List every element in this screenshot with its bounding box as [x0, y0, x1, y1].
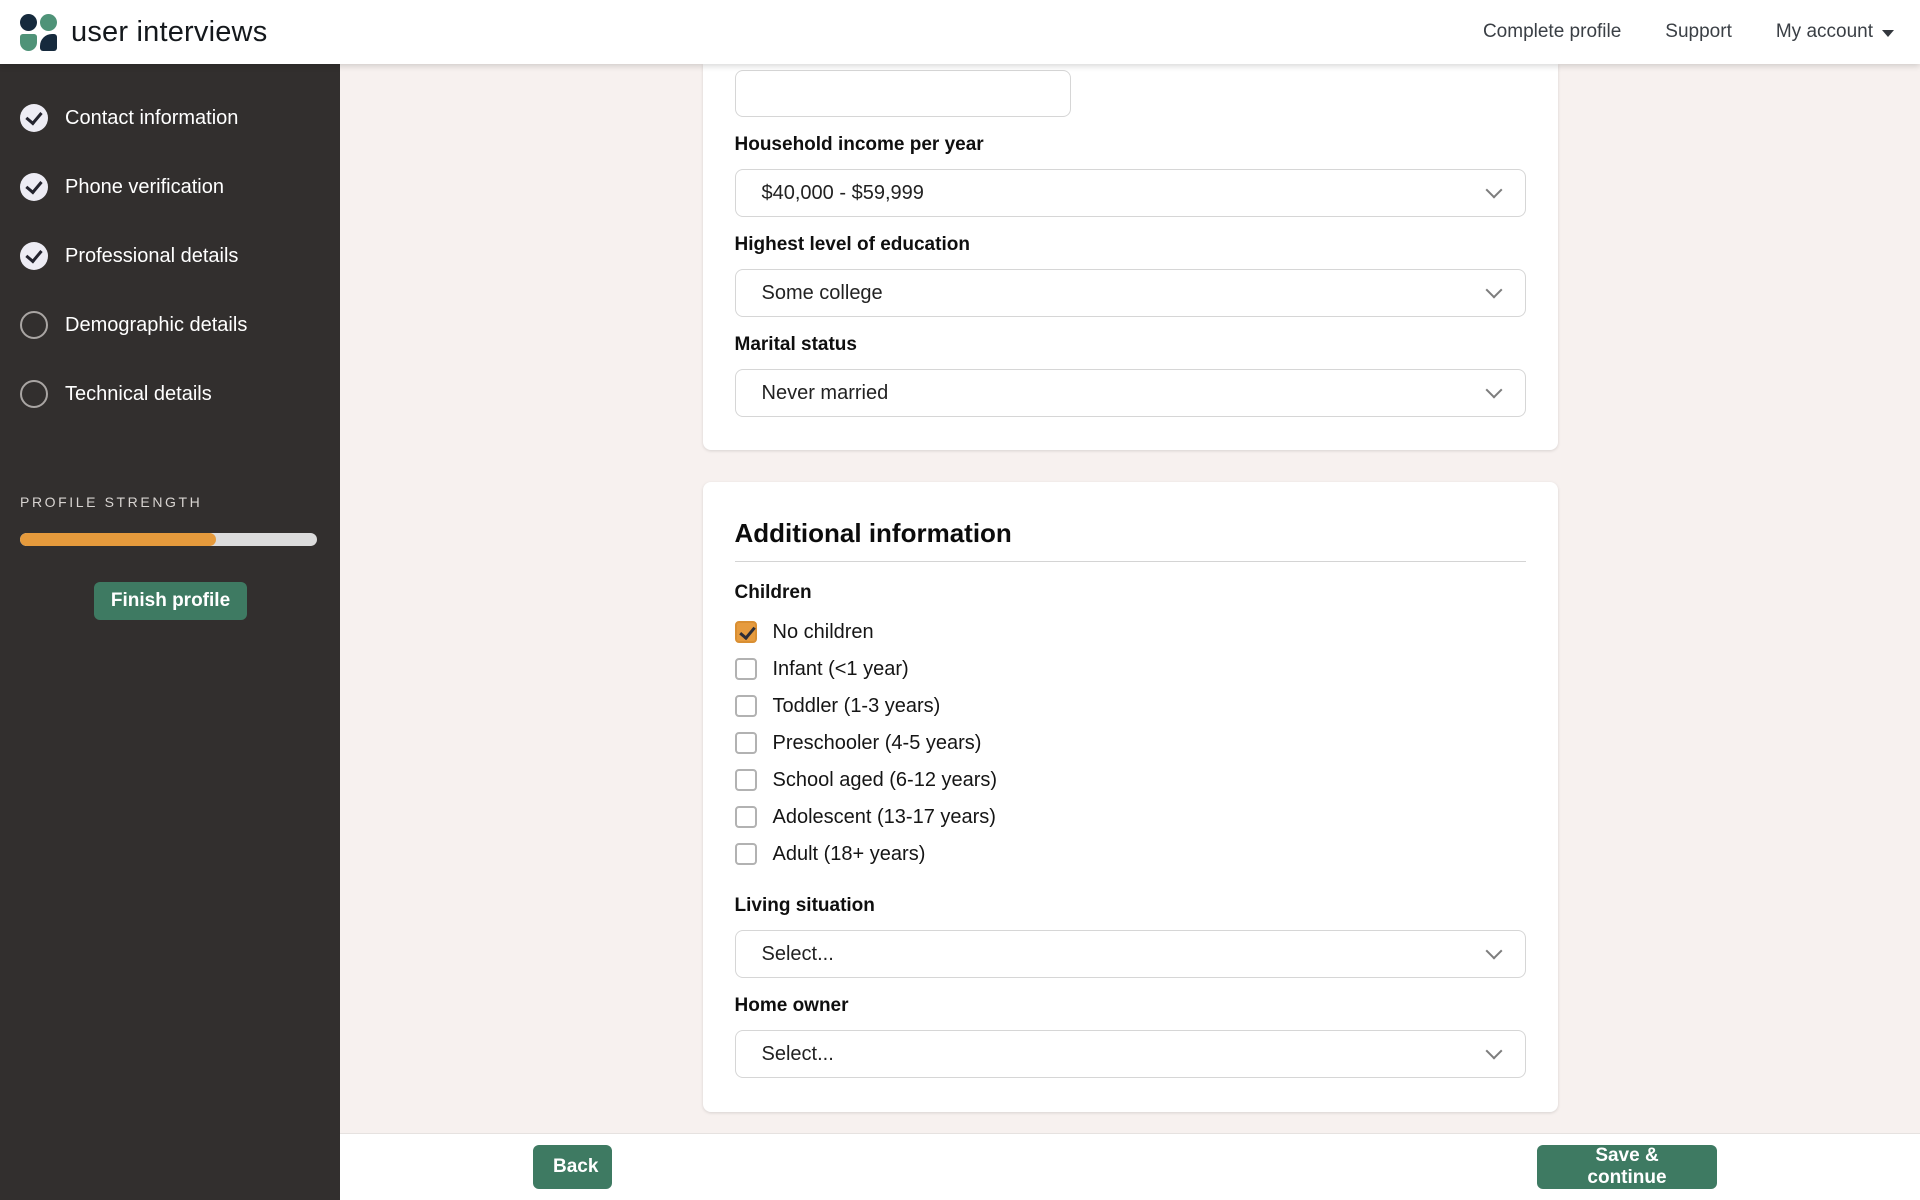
nav-my-account[interactable]: My account: [1776, 21, 1894, 43]
marital-status-select[interactable]: Never married: [734, 369, 1526, 417]
text-input[interactable]: [734, 70, 1071, 117]
step-complete-icon: [20, 173, 48, 201]
checkbox-option-no-children[interactable]: No children: [734, 619, 1526, 645]
chevron-down-icon: [1485, 281, 1502, 299]
profile-strength-label: PROFILE STRENGTH: [20, 494, 203, 510]
sidebar-step-contact-information[interactable]: Contact information: [20, 104, 320, 132]
living-situation-select[interactable]: Select...: [734, 930, 1526, 978]
checkbox-option-adolescent[interactable]: Adolescent (13-17 years): [734, 804, 1526, 830]
step-label: Contact information: [65, 106, 239, 129]
sidebar-step-professional-details[interactable]: Professional details: [20, 242, 320, 270]
save-continue-button[interactable]: Save & continue: [1537, 1145, 1717, 1189]
checkbox-option-toddler[interactable]: Toddler (1-3 years): [734, 693, 1526, 719]
marital-status-value: Never married: [761, 381, 889, 404]
step-label: Technical details: [65, 382, 212, 405]
sidebar-step-demographic-details[interactable]: Demographic details: [20, 311, 320, 339]
checkbox[interactable]: [734, 732, 757, 754]
chevron-down-icon: [1485, 942, 1502, 960]
step-label: Phone verification: [65, 175, 224, 198]
education-value: Some college: [761, 281, 883, 304]
home-owner-label: Home owner: [734, 995, 849, 1016]
step-complete-icon: [20, 242, 48, 270]
education-select[interactable]: Some college: [734, 269, 1526, 317]
household-income-label: Household income per year: [734, 134, 984, 155]
checkbox-option-adult[interactable]: Adult (18+ years): [734, 841, 1526, 867]
brand-name: user interviews: [71, 15, 268, 48]
household-income-value: $40,000 - $59,999: [761, 181, 924, 204]
checkbox[interactable]: [734, 695, 757, 717]
step-incomplete-icon: [20, 380, 48, 408]
chevron-down-icon: [1485, 381, 1502, 399]
brand[interactable]: user interviews: [20, 13, 268, 51]
additional-information-card: Additional information Children No child…: [702, 482, 1558, 1112]
nav-support-label: Support: [1665, 21, 1732, 42]
checkbox[interactable]: [734, 621, 757, 643]
checkbox[interactable]: [734, 769, 757, 791]
demographics-card: Household income per year $40,000 - $59,…: [702, 64, 1558, 450]
checkbox-label: School aged (6-12 years): [772, 768, 998, 791]
checkbox-option-school-aged[interactable]: School aged (6-12 years): [734, 767, 1526, 793]
nav-complete-profile[interactable]: Complete profile: [1483, 21, 1621, 43]
checkbox-label: Adult (18+ years): [772, 842, 926, 865]
living-situation-value: Select...: [761, 942, 834, 965]
top-header: user interviews Complete profile Support…: [0, 0, 1920, 64]
chevron-down-icon: [1485, 181, 1502, 199]
step-complete-icon: [20, 104, 48, 132]
chevron-down-icon: [1485, 1042, 1502, 1060]
living-situation-label: Living situation: [734, 895, 875, 916]
checkbox-label: Toddler (1-3 years): [772, 694, 941, 717]
checkbox-label: Adolescent (13-17 years): [772, 805, 996, 828]
education-label: Highest level of education: [734, 234, 970, 255]
finish-profile-button[interactable]: Finish profile: [94, 582, 247, 620]
children-checkbox-list: No children Infant (<1 year) Toddler (1-…: [734, 619, 1526, 867]
back-button[interactable]: Back: [533, 1145, 612, 1189]
checkbox-label: Infant (<1 year): [772, 657, 909, 680]
home-owner-value: Select...: [761, 1042, 834, 1065]
sidebar-step-phone-verification[interactable]: Phone verification: [20, 173, 320, 201]
nav-my-account-label: My account: [1775, 21, 1873, 42]
progress-sidebar: Contact information Phone verification P…: [0, 64, 340, 1200]
nav-complete-profile-label: Complete profile: [1482, 21, 1622, 42]
household-income-select[interactable]: $40,000 - $59,999: [734, 169, 1526, 217]
home-owner-select[interactable]: Select...: [734, 1030, 1526, 1078]
checkbox[interactable]: [734, 658, 757, 680]
checkbox-label: No children: [772, 620, 874, 643]
user-interviews-logo-icon: [20, 13, 57, 51]
checkbox-option-preschooler[interactable]: Preschooler (4-5 years): [734, 730, 1526, 756]
profile-strength-fill: [20, 533, 217, 546]
footer-action-bar: Back Save & continue: [340, 1133, 1920, 1200]
checkbox[interactable]: [734, 843, 757, 865]
step-label: Professional details: [65, 244, 239, 267]
checkbox-option-infant[interactable]: Infant (<1 year): [734, 656, 1526, 682]
children-group-label: Children: [734, 582, 812, 603]
profile-strength-bar: [20, 533, 317, 546]
nav-support[interactable]: Support: [1665, 21, 1732, 43]
marital-status-label: Marital status: [734, 334, 857, 355]
step-label: Demographic details: [65, 313, 248, 336]
header-nav: Complete profile Support My account: [1483, 21, 1894, 43]
sidebar-step-technical-details[interactable]: Technical details: [20, 380, 320, 408]
caret-down-icon: [1882, 30, 1894, 37]
section-title: Additional information: [734, 518, 1012, 548]
step-incomplete-icon: [20, 311, 48, 339]
checkbox-label: Preschooler (4-5 years): [772, 731, 982, 754]
divider: [734, 561, 1526, 562]
checkbox[interactable]: [734, 806, 757, 828]
form-scroll-area[interactable]: Household income per year $40,000 - $59,…: [340, 64, 1920, 1133]
